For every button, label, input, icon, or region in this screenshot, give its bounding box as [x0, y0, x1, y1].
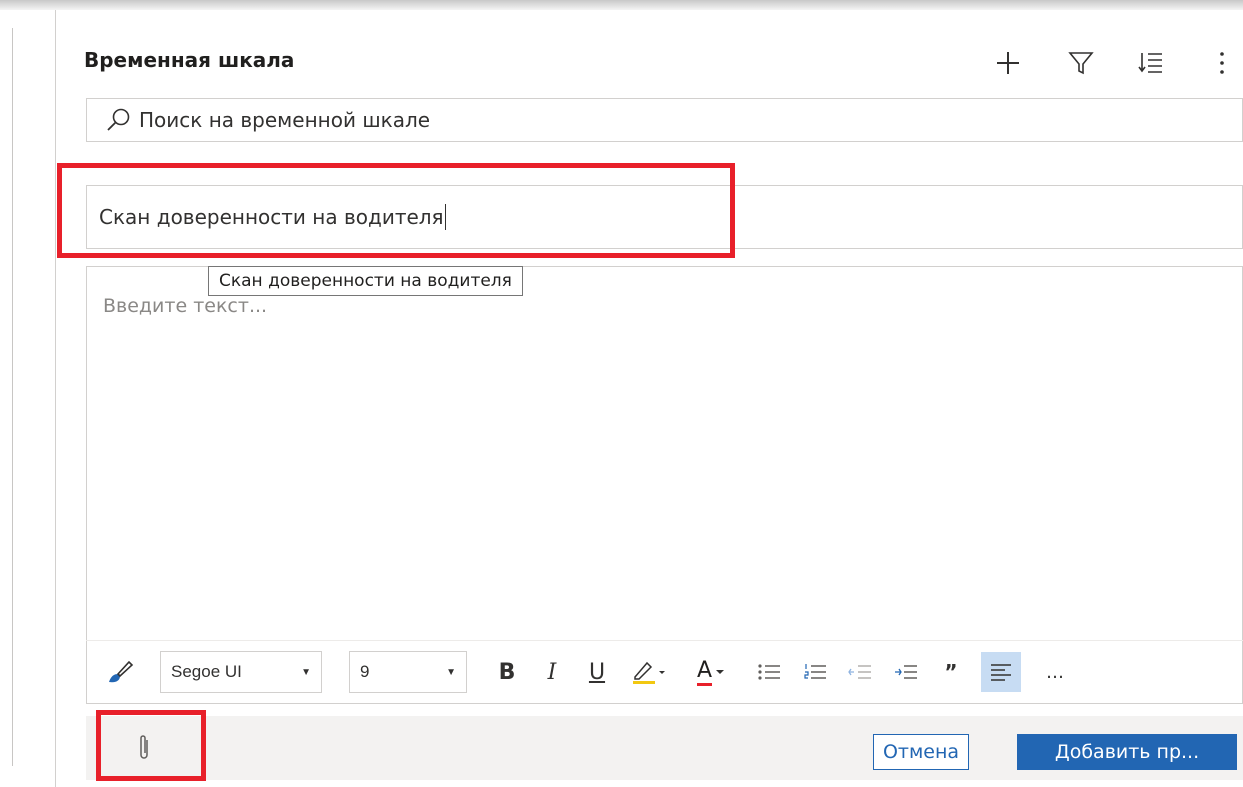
search-placeholder: Поиск на временной шкале — [139, 108, 431, 132]
font-family-select[interactable]: Segoe UI ▼ — [160, 651, 322, 693]
font-color-label: A — [696, 658, 713, 686]
pane-gap — [13, 10, 53, 787]
more-icon[interactable] — [1207, 48, 1237, 78]
numbered-list-icon[interactable] — [798, 651, 832, 693]
timeline-search[interactable]: Поиск на временной шкале — [86, 98, 1243, 142]
highlight-icon[interactable] — [624, 651, 674, 693]
font-family-value: Segoe UI — [171, 662, 242, 681]
panel-divider — [55, 10, 56, 787]
chevron-down-icon: ▼ — [446, 666, 456, 678]
font-size-value: 9 — [360, 662, 370, 681]
bullet-list-icon[interactable] — [752, 651, 786, 693]
italic-button[interactable]: I — [533, 651, 571, 693]
add-note-button[interactable]: Добавить пр... — [1017, 734, 1237, 770]
font-color-button[interactable]: A — [688, 651, 734, 693]
highlight-annotation — [57, 163, 735, 258]
chevron-down-icon — [716, 670, 725, 674]
cancel-button[interactable]: Отмена — [873, 734, 969, 770]
title-tooltip: Скан доверенности на водителя — [208, 266, 523, 296]
increase-indent-icon[interactable] — [889, 651, 923, 693]
chevron-down-icon: ▼ — [301, 666, 311, 678]
quote-button[interactable]: ” — [934, 651, 968, 693]
font-size-select[interactable]: 9 ▼ — [349, 651, 467, 693]
search-icon — [107, 108, 130, 131]
underline-button[interactable]: U — [578, 651, 616, 693]
timeline-title: Временная шкала — [84, 48, 295, 72]
note-body-placeholder: Введите текст... — [103, 295, 268, 317]
highlight-annotation — [96, 710, 206, 781]
align-left-button[interactable] — [980, 651, 1022, 693]
decrease-indent-icon[interactable] — [843, 651, 877, 693]
top-shadow — [0, 0, 1243, 10]
note-body-editor[interactable]: Введите текст... — [86, 266, 1243, 704]
bold-button[interactable]: B — [488, 651, 526, 693]
timeline-panel: Временная шкала Поиск на временной шкале… — [66, 10, 1243, 787]
filter-icon[interactable] — [1066, 48, 1096, 78]
align-left-icon — [981, 652, 1021, 692]
left-pane — [0, 10, 12, 787]
sort-icon[interactable] — [1136, 48, 1166, 78]
note-footer: Отмена Добавить пр... — [86, 716, 1243, 780]
formatting-toolbar: Segoe UI ▼ 9 ▼ B I U A ” … — [86, 640, 1243, 704]
add-icon[interactable] — [993, 48, 1023, 78]
more-options-button[interactable]: … — [1038, 651, 1072, 693]
format-painter-icon[interactable] — [100, 651, 140, 693]
